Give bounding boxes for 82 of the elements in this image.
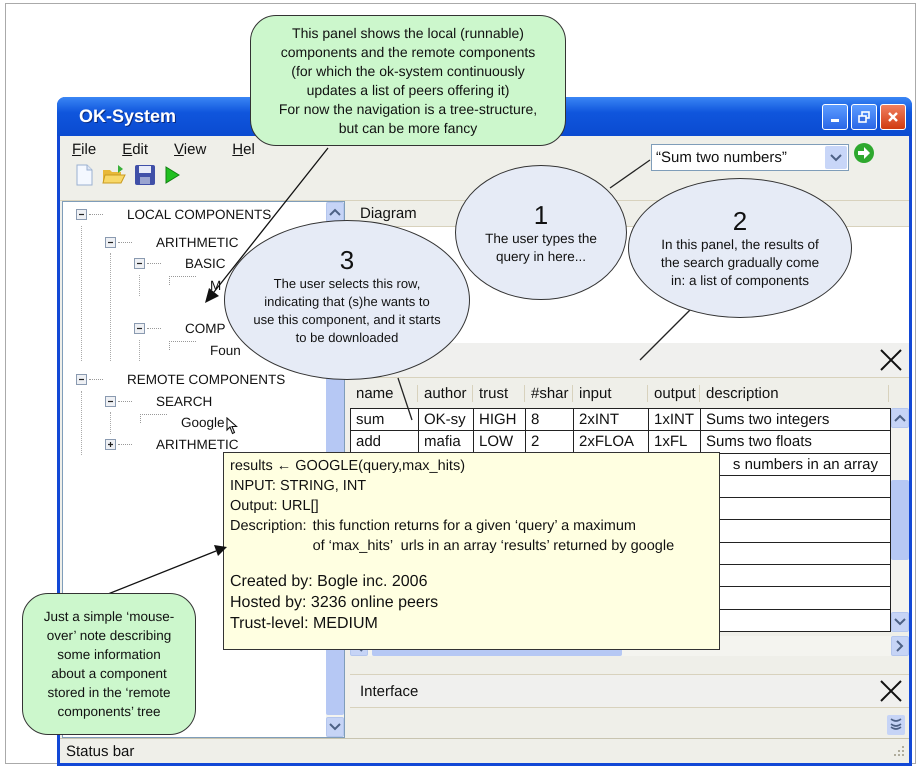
scroll-up-button[interactable]: [326, 202, 344, 222]
search-input[interactable]: “Sum two numbers”: [652, 149, 825, 166]
tree-item[interactable]: Google: [181, 415, 225, 430]
chevron-icon: [894, 618, 906, 626]
close-icon: [886, 110, 900, 124]
tree-item[interactable]: ARITHMETIC: [156, 234, 238, 250]
window-title: OK-System: [79, 106, 176, 127]
restore-button[interactable]: [851, 104, 877, 130]
callout-number: 2: [732, 206, 748, 236]
callout-text: The user selects this row, indicating that (s)he wants to use this component, and it starts to be downloaded: [253, 275, 441, 347]
callout-note: Just a simple ‘mouse- over’ note describing some information about a component stored in the ‘remote components’ tree: [22, 593, 196, 735]
scroll-right-button[interactable]: [891, 636, 909, 656]
column-header[interactable]: input: [573, 384, 648, 402]
column-header[interactable]: description: [700, 384, 889, 402]
tree-item[interactable]: SEARCH: [156, 394, 212, 409]
minimize-button[interactable]: [822, 104, 848, 130]
column-header[interactable]: output: [648, 384, 700, 402]
table-cell: OK-sy: [419, 409, 474, 432]
column-header[interactable]: name: [350, 384, 418, 402]
tree-item[interactable]: BASIC: [185, 256, 226, 272]
double-chevron-button[interactable]: [887, 715, 905, 735]
column-header[interactable]: author: [418, 384, 473, 402]
table-cell: 8: [526, 409, 574, 432]
callout-number: 3: [340, 245, 354, 275]
collapse-icon[interactable]: [134, 323, 145, 334]
leader-line: [610, 159, 650, 189]
tooltip-text: this function returns for a given ‘query’ a maximum of ‘max_hits’ urls in an array ‘results’ returned by google: [312, 517, 674, 556]
table-cell: sum: [351, 409, 419, 432]
menu-item[interactable]: File: [72, 141, 96, 158]
dropdown-button[interactable]: [825, 146, 847, 169]
restore-icon: [857, 110, 871, 124]
table-cell: 1xINT: [649, 409, 701, 432]
collapse-icon[interactable]: [105, 236, 116, 248]
menu-item[interactable]: View: [174, 141, 206, 158]
collapse-icon[interactable]: [76, 374, 87, 386]
tooltip-text: Description:: [230, 517, 307, 536]
play-icon[interactable]: [164, 165, 180, 185]
chevron-icon: [329, 723, 341, 731]
callout-note: This panel shows the local (runnable) components and the remote components (for which the ok-system continuously updates a list of peers offering it) For now the navigation is a tree-structure, but can be more fancy: [250, 15, 566, 146]
chevron-icon: [894, 414, 906, 422]
expand-icon[interactable]: [105, 438, 116, 450]
table-cell: HIGH: [474, 409, 526, 432]
scroll-down-button[interactable]: [326, 717, 344, 737]
pointer-icon: [226, 417, 238, 435]
column-header[interactable]: #shar: [525, 384, 573, 402]
scroll-down-button[interactable]: [891, 612, 909, 632]
tooltip-text: Created by: Bogle inc. 2006: [230, 572, 428, 592]
table-cell: 2xINT: [574, 409, 649, 432]
tree-item[interactable]: ARITHMETIC: [156, 436, 238, 452]
tooltip-text: Hosted by: 3236 online peers: [230, 593, 440, 613]
close-icon[interactable]: [879, 679, 903, 703]
table-cell: Sums two integers: [701, 409, 891, 432]
close-button[interactable]: [880, 104, 906, 130]
save-icon[interactable]: [134, 164, 156, 186]
chevron-icon: [896, 640, 904, 652]
panel-title: Diagram: [360, 205, 417, 222]
tree-item[interactable]: Foun: [210, 342, 241, 358]
callout-text: In this panel, the results of the search gradually come in: a list of components: [660, 236, 820, 290]
chevron-down-icon: [830, 154, 842, 162]
collapse-icon[interactable]: [76, 209, 87, 220]
tree-item[interactable]: LOCAL COMPONENTS: [127, 207, 272, 222]
combo-box[interactable]: “Sum two numbers”: [651, 144, 849, 171]
tree-item[interactable]: COMP: [185, 321, 226, 336]
minimize-icon: [831, 119, 839, 122]
tooltip-text: INPUT: STRING, INT: [230, 477, 368, 496]
scrollbar-thumb[interactable]: [891, 480, 909, 560]
status-bar-text: Status bar: [66, 742, 134, 760]
collapse-icon[interactable]: [134, 258, 145, 270]
panel-title: Interface: [360, 682, 418, 700]
close-icon[interactable]: [879, 348, 903, 372]
menu-item[interactable]: Edit: [122, 141, 148, 158]
column-header[interactable]: trust: [473, 384, 525, 402]
callout-number: 1: [534, 200, 548, 230]
chevron-icon: [329, 208, 341, 216]
collapse-icon[interactable]: [105, 396, 116, 407]
scroll-up-button[interactable]: [891, 408, 909, 428]
callout-text: The user types the query in here...: [485, 230, 597, 266]
tooltip-text: Trust-level: MEDIUM: [230, 614, 379, 634]
tooltip-text: Output: URL[]: [230, 497, 320, 516]
tooltip-text: results ← GOOGLE(query,max_hits): [230, 457, 466, 476]
tree-item[interactable]: REMOTE COMPONENTS: [127, 372, 286, 388]
resize-grip[interactable]: [893, 745, 905, 757]
